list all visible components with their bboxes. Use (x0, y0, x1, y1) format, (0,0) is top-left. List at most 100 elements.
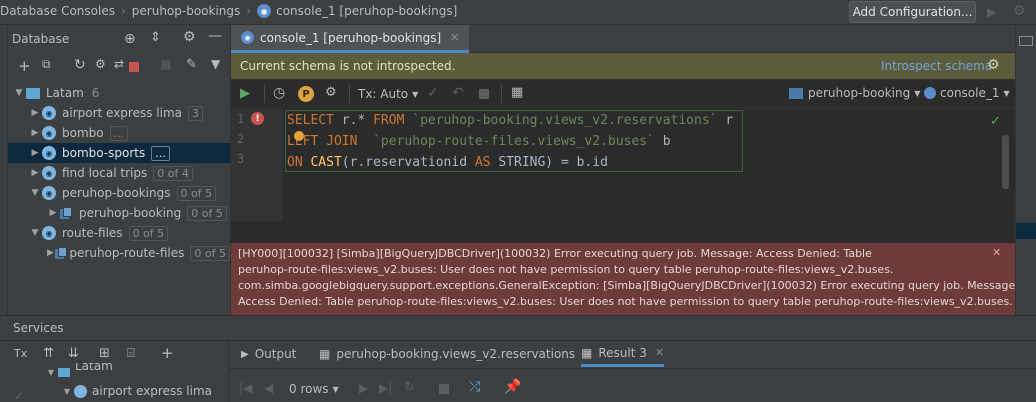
code-line-1: SELECT r.* FROM `peruhop-booking.views_v… (287, 113, 734, 128)
database-icon: ◉ (42, 106, 56, 120)
service-tree-item-latam[interactable]: ▼ Latam (44, 363, 228, 381)
transaction-mode-dropdown[interactable]: Tx: Auto ▼ (358, 87, 418, 101)
chevron-right-icon[interactable]: ▶ (46, 208, 60, 218)
tree-item-peruhop-booking[interactable]: ▶ peruhop-booking 0 of 5 (8, 203, 230, 223)
edit-icon[interactable]: ✎ (186, 57, 197, 72)
console-selector[interactable]: console_1 ▼ (924, 86, 1010, 100)
schema-selector[interactable]: peruhop-booking ▼ (789, 86, 920, 100)
jump-to-console-icon[interactable]: ⇄ (114, 57, 124, 71)
pin-icon[interactable]: 📌 (504, 379, 521, 395)
tree-item-peruhop-bookings[interactable]: ▼ ◉ peruhop-bookings 0 of 5 (8, 183, 230, 203)
tab-console-1[interactable]: ◉ console_1 [peruhop-bookings] ✕ (231, 25, 470, 53)
chevron-right-icon[interactable]: ▶ (28, 128, 42, 138)
next-page-icon[interactable]: ▶ (359, 381, 368, 395)
rollback-icon[interactable]: ↶ (452, 85, 464, 101)
breadcrumb-peruhop-bookings[interactable]: peruhop-bookings (132, 4, 241, 18)
intention-bulb-icon[interactable] (294, 131, 304, 141)
close-icon[interactable]: ✕ (450, 31, 459, 44)
copy-icon[interactable]: ⧉ (42, 57, 51, 72)
check-icon[interactable]: ✓ (14, 389, 24, 402)
minimize-icon[interactable]: — (208, 28, 222, 44)
breadcrumb-console[interactable]: console_1 [peruhop-bookings] (276, 4, 457, 18)
tree-item-count: 0 of 5 (187, 205, 227, 221)
previous-page-icon[interactable]: ◀ (264, 381, 273, 395)
stop-icon[interactable] (439, 384, 449, 394)
close-icon[interactable]: ✕ (655, 346, 664, 359)
table-icon[interactable]: ▦ (511, 85, 523, 100)
schema-icon (60, 207, 73, 219)
chevron-down-icon: ▼ (1003, 88, 1010, 98)
tree-item-count: 3 (188, 105, 204, 121)
filter-icon[interactable]: ⌸ (127, 346, 135, 361)
stop-icon[interactable] (479, 89, 489, 99)
parameters-icon[interactable]: P (298, 86, 314, 102)
tree-item-bombo-sports[interactable]: ▶ ◉ bombo-sports ... (8, 143, 230, 163)
gear-icon[interactable]: ⚙ (183, 29, 196, 45)
debug-icon[interactable]: ⚙ (1013, 3, 1026, 19)
commit-icon[interactable]: ✓ (427, 85, 439, 101)
tree-item-count: 0 of 4 (153, 165, 193, 181)
chevron-down-icon[interactable]: ▼ (44, 368, 58, 377)
stop-icon[interactable] (129, 62, 139, 72)
tree-item-latam[interactable]: ▼ Latam 6 (8, 83, 230, 103)
tab-output[interactable]: ▶ Output (241, 341, 296, 367)
tree-item-count: 6 (91, 86, 100, 100)
tree-item-airport-express-lima[interactable]: ▶ ◉ airport express lima 3 (8, 103, 230, 123)
error-icon[interactable]: ! (251, 112, 264, 125)
selected-stripe-item[interactable] (1016, 223, 1036, 239)
scrollbar[interactable] (1002, 135, 1009, 189)
tree-item-route-files[interactable]: ▼ ◉ route-files 0 of 5 (8, 223, 230, 243)
tree-item-peruhop-route-files[interactable]: ▶ peruhop-route-files 0 of 5 (8, 243, 230, 263)
collapse-all-icon[interactable]: ⇕ (150, 30, 161, 45)
last-page-icon[interactable]: ▶| (379, 381, 392, 395)
gear-icon[interactable]: ⚙ (325, 85, 337, 100)
close-icon[interactable]: ✕ (992, 246, 1001, 259)
panel-icon[interactable] (1019, 36, 1033, 46)
table-icon: ▦ (581, 345, 593, 360)
line-number: 1 (237, 112, 245, 126)
chevron-down-icon[interactable]: ▼ (60, 387, 74, 396)
inspection-ok-icon[interactable]: ✓ (990, 114, 1001, 129)
tree-item-label: airport express lima (62, 106, 183, 120)
collapse-all-icon[interactable]: ⇊ (68, 346, 79, 361)
tab-result-3[interactable]: ▦ Result 3 ✕ (581, 341, 665, 367)
transpose-icon[interactable]: ⤮ (469, 379, 480, 395)
gear-icon[interactable]: ⚙ (987, 57, 1000, 73)
group-icon[interactable]: ⊞ (99, 346, 110, 361)
line-number: 3 (237, 152, 245, 166)
service-tree-item-airport-express-lima[interactable]: ▼ airport express lima (60, 381, 228, 401)
tab-reservations[interactable]: ▦ peruhop-booking.views_v2.reservations … (319, 341, 592, 367)
first-page-icon[interactable]: |◀ (239, 381, 252, 395)
chevron-right-icon[interactable]: ▶ (28, 108, 42, 118)
add-icon[interactable]: + (18, 57, 31, 75)
crosshair-icon[interactable]: ⊕ (124, 31, 136, 47)
run-icon[interactable]: ▶ (987, 5, 996, 19)
tree-item-bombo[interactable]: ▶ ◉ bombo ... (8, 123, 230, 143)
code-editor[interactable]: SELECT r.* FROM `peruhop-booking.views_v… (285, 109, 1000, 221)
transaction-icon[interactable]: Tx (14, 347, 27, 360)
refresh-icon[interactable]: ↻ (404, 380, 415, 395)
history-icon[interactable]: ◷ (273, 85, 285, 101)
breadcrumb-database-consoles[interactable]: Database Consoles (0, 4, 115, 18)
chevron-right-icon[interactable]: ▶ (28, 148, 42, 158)
chevron-down-icon[interactable]: ▼ (28, 188, 42, 198)
chevron-right-icon[interactable]: ▶ (28, 168, 42, 178)
add-configuration-button[interactable]: Add Configuration... (849, 1, 976, 23)
tree-item-find-local-trips[interactable]: ▶ ◉ find local trips 0 of 4 (8, 163, 230, 183)
editor-area: ◉ console_1 [peruhop-bookings] ✕ Current… (230, 25, 1019, 315)
expand-all-icon[interactable]: ⇈ (43, 346, 54, 361)
tab-label: console_1 [peruhop-bookings] (260, 30, 442, 45)
rows-count-dropdown[interactable]: 0 rows ▼ (289, 382, 339, 396)
settings-icon[interactable]: ⚙ (95, 57, 106, 71)
banner-text: Current schema is not introspected. (240, 59, 456, 73)
chevron-right-icon[interactable]: ▶ (46, 248, 55, 258)
refresh-icon[interactable]: ↻ (74, 57, 86, 73)
add-icon[interactable]: + (161, 344, 174, 362)
table-icon[interactable]: ▦ (160, 57, 171, 71)
filter-icon[interactable]: ▼ (211, 57, 220, 71)
introspect-schema-link[interactable]: Introspect schema (881, 59, 992, 73)
execute-icon[interactable]: ▶ (240, 86, 250, 101)
chevron-down-icon[interactable]: ▼ (12, 88, 26, 98)
tree-item-count: 0 of 5 (128, 225, 169, 241)
chevron-down-icon[interactable]: ▼ (28, 228, 42, 238)
